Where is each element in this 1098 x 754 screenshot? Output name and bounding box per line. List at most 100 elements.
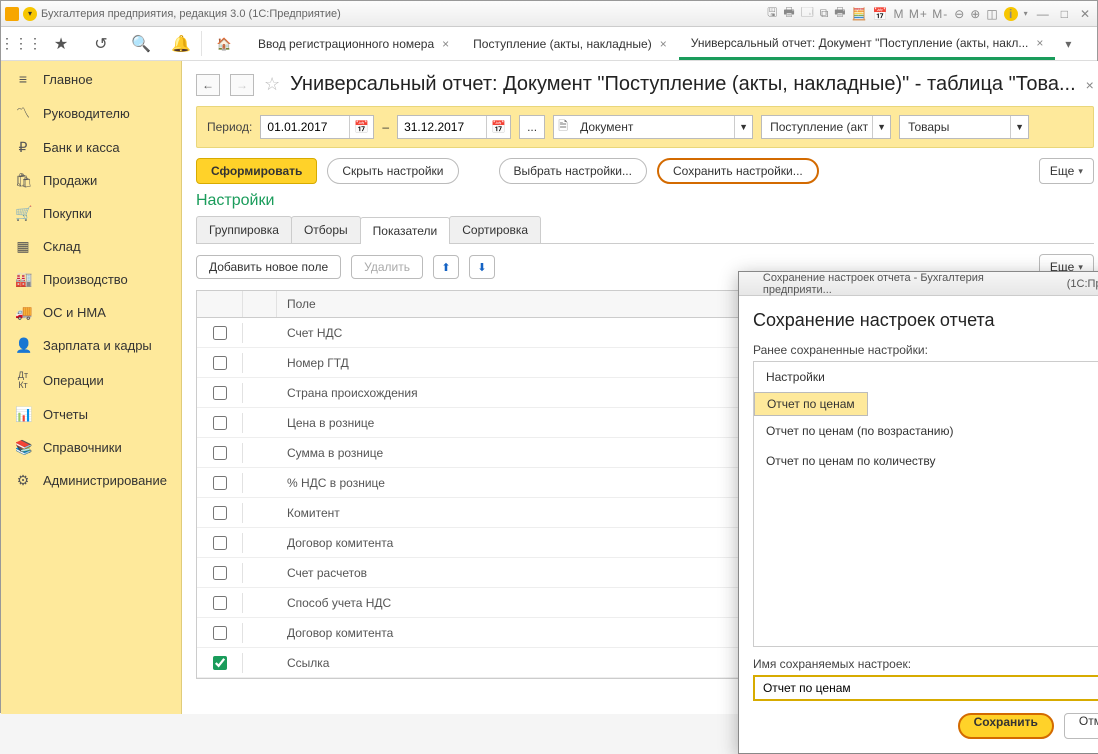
info-icon[interactable]: i [1004,7,1018,21]
period-picker-button[interactable]: ... [519,115,545,139]
settings-name-input[interactable] [753,675,1098,701]
zoom-in-icon[interactable]: ⊕ [970,7,980,21]
delete-field-button[interactable]: Удалить [351,255,423,279]
chevron-down-icon[interactable]: ▼ [1010,116,1028,138]
sidebar-item-main[interactable]: ≡Главное [1,63,181,95]
row-checkbox[interactable] [213,596,227,610]
doc-icon: 🗎 [554,117,572,138]
list-item[interactable]: Отчет по ценам [754,392,868,416]
maximize-button[interactable]: □ [1058,7,1071,21]
nav-back-button[interactable]: ← [196,74,220,96]
close-icon[interactable]: × [660,37,667,51]
date-from-input[interactable] [261,116,349,138]
sidebar-item-production[interactable]: 🏭Производство [1,263,181,296]
row-checkbox[interactable] [213,326,227,340]
notifications-icon[interactable]: 🔔 [161,27,201,60]
select-document[interactable]: Поступление (акт ▼ [761,115,891,139]
move-up-button[interactable]: ⬆ [433,255,459,279]
chevron-down-icon[interactable]: ▼ [872,116,890,138]
select-object-type[interactable]: 🗎 Документ ▼ [553,115,753,139]
panel-icon[interactable]: ◫ [986,7,997,21]
search-icon[interactable]: 🔍 [121,27,161,60]
row-checkbox[interactable] [213,386,227,400]
info-dropdown-icon[interactable]: ▾ [1024,9,1028,18]
sidebar-item-bank[interactable]: ₽Банк и касса [1,131,181,164]
sidebar-item-operations[interactable]: ДтКтОперации [1,362,181,398]
date-to-field[interactable]: 📅 [397,115,511,139]
row-checkbox[interactable] [213,356,227,370]
row-checkbox[interactable] [213,416,227,430]
sidebar-item-label: Операции [43,373,104,388]
close-icon[interactable]: × [1036,36,1043,50]
select-table[interactable]: Товары ▼ [899,115,1029,139]
compare-icon[interactable]: ⧉ [820,6,829,21]
save-settings-button[interactable]: Сохранить настройки... [657,158,819,184]
action-buttons: Сформировать Скрыть настройки Выбрать на… [196,158,1094,184]
generate-button[interactable]: Сформировать [196,158,317,184]
tab-filters[interactable]: Отборы [291,216,361,243]
sidebar-item-hr[interactable]: 👤Зарплата и кадры [1,329,181,362]
date-to-input[interactable] [398,116,486,138]
history-icon[interactable]: ↺ [81,27,121,60]
tab-sorting[interactable]: Сортировка [449,216,541,243]
add-field-button[interactable]: Добавить новое поле [196,255,341,279]
tab-incoming[interactable]: Поступление (акты, накладные) × [461,29,679,60]
apps-icon[interactable]: ⋮⋮⋮ [1,27,41,60]
sidebar-item-assets[interactable]: 🚚ОС и НМА [1,296,181,329]
sidebar-item-admin[interactable]: ⚙Администрирование [1,464,181,497]
list-item[interactable]: Отчет по ценам (по возрастанию) [754,416,1098,446]
app-menu-dropdown[interactable]: ▾ [23,7,37,21]
close-icon[interactable]: × [442,37,449,51]
dialog-titlebar[interactable]: Сохранение настроек отчета - Бухгалтерия… [739,272,1098,296]
saved-settings-list[interactable]: Настройки Отчет по ценам Отчет по ценам … [753,361,1098,647]
row-checkbox[interactable] [213,626,227,640]
date-from-field[interactable]: 📅 [260,115,374,139]
row-checkbox[interactable] [213,656,227,670]
close-window-button[interactable]: ✕ [1077,7,1093,21]
favorite-icon[interactable]: ★ [41,27,81,60]
favorite-toggle-icon[interactable]: ☆ [264,74,280,95]
print-icon[interactable]: 🖶 [783,3,794,24]
move-down-button[interactable]: ⬇ [469,255,495,279]
hide-settings-button[interactable]: Скрыть настройки [327,158,458,184]
choose-settings-button[interactable]: Выбрать настройки... [499,158,647,184]
zoom-out-icon[interactable]: ⊖ [954,7,964,21]
row-checkbox[interactable] [213,566,227,580]
close-page-button[interactable]: × [1086,77,1094,93]
list-item[interactable]: Отчет по ценам по количеству [754,446,1098,476]
minimize-button[interactable]: — [1034,7,1052,21]
save-icon[interactable]: 🖫 [767,3,777,24]
row-checkbox[interactable] [213,536,227,550]
save-settings-dialog: Сохранение настроек отчета - Бухгалтерия… [738,271,1098,754]
tabs-overflow[interactable]: ▾ [1055,27,1081,60]
calendar-icon[interactable]: 📅 [349,116,373,138]
tab-label: Поступление (акты, накладные) [473,37,652,51]
book-icon: 📚 [15,439,31,456]
list-item[interactable]: Настройки [754,362,1098,392]
sidebar-item-directories[interactable]: 📚Справочники [1,431,181,464]
more-button[interactable]: Еще [1039,158,1094,184]
dialog-cancel-button[interactable]: Отмена [1064,713,1098,739]
row-checkbox[interactable] [213,476,227,490]
row-checkbox[interactable] [213,506,227,520]
sidebar-item-purchases[interactable]: 🛒Покупки [1,197,181,230]
nav-forward-button[interactable]: → [230,74,254,96]
printer2-icon[interactable]: 🖶 [834,3,845,24]
calc-icon[interactable]: 🧮 [852,7,867,21]
tab-registration[interactable]: Ввод регистрационного номера × [246,29,461,60]
row-checkbox[interactable] [213,446,227,460]
sidebar-item-sales[interactable]: 🛍Продажи [1,164,181,197]
preview-icon[interactable]: 🗔 [801,3,814,24]
calendar-icon[interactable]: 📅 [873,7,888,21]
tab-grouping[interactable]: Группировка [196,216,292,243]
calendar-icon[interactable]: 📅 [486,116,510,138]
tab-indicators[interactable]: Показатели [360,217,451,244]
sidebar-item-reports[interactable]: 📊Отчеты [1,398,181,431]
dialog-save-button[interactable]: Сохранить [958,713,1054,739]
sidebar-item-manager[interactable]: 〽Руководителю [1,95,181,131]
chevron-down-icon[interactable]: ▼ [734,116,752,138]
tab-universal-report[interactable]: Универсальный отчет: Документ "Поступлен… [679,28,1056,60]
col-check-head [197,291,243,317]
sidebar-item-warehouse[interactable]: ▦Склад [1,230,181,263]
home-icon[interactable]: 🏠 [202,27,246,60]
